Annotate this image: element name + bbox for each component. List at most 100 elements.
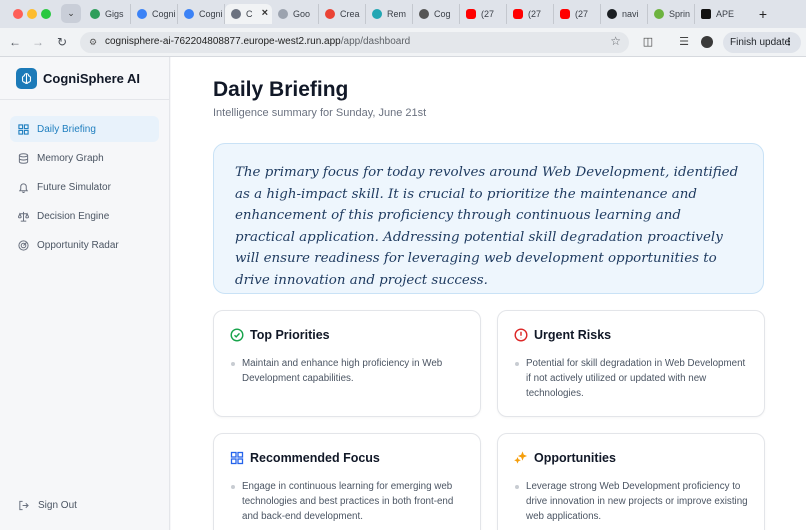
minimize-window-button[interactable]	[27, 9, 37, 19]
check-circle-icon	[230, 328, 244, 342]
recommended-focus-card: Recommended Focus Engage in continuous l…	[213, 433, 481, 530]
sidebar-item-label: Future Simulator	[37, 181, 111, 193]
profile-avatar-icon[interactable]	[699, 34, 715, 50]
brain-logo-icon	[16, 68, 37, 89]
summary-text: The primary focus for today revolves aro…	[235, 165, 739, 288]
forward-arrow-icon[interactable]: →	[29, 33, 47, 51]
sidebar-item-future-simulator[interactable]: Future Simulator	[10, 174, 159, 200]
card-list: Maintain and enhance high proficiency in…	[230, 356, 466, 386]
card-title: Opportunities	[534, 451, 616, 465]
address-bar[interactable]: ⚙ cognisphere-ai-762204808877.europe-wes…	[80, 32, 629, 53]
page-title: Daily Briefing	[213, 78, 349, 101]
new-tab-plus-icon[interactable]: +	[755, 5, 771, 23]
tab-title: Gigs	[105, 9, 124, 19]
sidebar-item-label: Memory Graph	[37, 152, 104, 164]
browser-tab[interactable]: Crea	[319, 4, 366, 24]
tab-title: (27	[575, 9, 589, 19]
tab-favicon-icon	[231, 9, 241, 19]
browser-tab-active[interactable]: C ×	[225, 4, 272, 24]
top-priorities-card: Top Priorities Maintain and enhance high…	[213, 310, 481, 417]
more-menu-icon[interactable]: ⋮	[784, 32, 794, 53]
browser-tab[interactable]: Cog	[413, 4, 460, 24]
card-list: Leverage strong Web Development proficie…	[514, 479, 750, 524]
sidebar-item-daily-briefing[interactable]: Daily Briefing	[10, 116, 159, 142]
sidebar-item-memory-graph[interactable]: Memory Graph	[10, 145, 159, 171]
bookmark-star-icon[interactable]: ☆	[610, 34, 621, 48]
sign-out-label: Sign Out	[38, 500, 77, 511]
card-title: Top Priorities	[250, 328, 330, 342]
opportunities-card: Opportunities Leverage strong Web Develo…	[497, 433, 765, 530]
card-header: Top Priorities	[230, 328, 330, 342]
tab-favicon-icon	[184, 9, 194, 19]
sidebar-item-label: Opportunity Radar	[37, 239, 119, 251]
extensions-puzzle-icon[interactable]: ◫	[640, 34, 656, 50]
sidebar-item-label: Daily Briefing	[37, 123, 96, 135]
sparkles-icon	[514, 451, 528, 465]
list-item: Leverage strong Web Development proficie…	[514, 479, 750, 524]
tab-favicon-icon	[90, 9, 100, 19]
url-path: /app/dashboard	[340, 36, 411, 47]
tab-title: Cogni	[199, 9, 223, 19]
tab-title: Cog	[434, 9, 451, 19]
scale-icon	[18, 211, 29, 222]
tab-title: C	[246, 9, 253, 19]
list-item: Potential for skill degradation in Web D…	[514, 356, 750, 401]
tab-favicon-icon	[372, 9, 382, 19]
tab-title: (27	[528, 9, 542, 19]
brand[interactable]: CogniSphere AI	[16, 68, 140, 89]
tab-favicon-icon	[137, 9, 147, 19]
tab-title: Crea	[340, 9, 360, 19]
finish-update-button[interactable]: Finish update ⋮	[723, 32, 801, 53]
browser-tab[interactable]: (27	[554, 4, 601, 24]
sidebar-item-label: Decision Engine	[37, 210, 110, 222]
tab-strip: Gigs Cogni Cogni C × Goo Crea Rem Cog (27…	[84, 4, 742, 24]
close-window-button[interactable]	[13, 9, 23, 19]
browser-tab[interactable]: APE	[695, 4, 742, 24]
list-item: Maintain and enhance high proficiency in…	[230, 356, 466, 386]
card-list: Potential for skill degradation in Web D…	[514, 356, 750, 401]
alert-circle-icon	[514, 328, 528, 342]
sidebar-item-opportunity-radar[interactable]: Opportunity Radar	[10, 232, 159, 258]
tab-search-chevron-icon[interactable]: ⌄	[61, 4, 81, 23]
card-title: Urgent Risks	[534, 328, 612, 342]
reload-icon[interactable]: ↻	[53, 33, 71, 51]
sidebar-nav: Daily Briefing Memory Graph Future Simul…	[10, 116, 159, 261]
url-text[interactable]: cognisphere-ai-762204808877.europe-west2…	[105, 36, 410, 47]
browser-tab[interactable]: Cogni	[178, 4, 225, 24]
browser-tab[interactable]: navi	[601, 4, 648, 24]
tab-close-icon[interactable]: ×	[262, 7, 268, 19]
tab-title: Cogni	[152, 9, 176, 19]
logout-icon	[18, 500, 29, 511]
tab-favicon-icon	[560, 9, 570, 19]
browser-tab[interactable]: Goo	[272, 4, 319, 24]
divider	[0, 99, 170, 100]
tab-favicon-icon	[607, 9, 617, 19]
sidebar-item-decision-engine[interactable]: Decision Engine	[10, 203, 159, 229]
sidebar: CogniSphere AI Daily Briefing Memory Gra…	[0, 57, 170, 530]
browser-tab[interactable]: Gigs	[84, 4, 131, 24]
zoom-window-button[interactable]	[41, 9, 51, 19]
back-arrow-icon[interactable]: ←	[6, 33, 24, 51]
browser-tab[interactable]: (27	[507, 4, 554, 24]
tab-favicon-icon	[278, 9, 288, 19]
card-header: Urgent Risks	[514, 328, 611, 342]
tab-title: APE	[716, 9, 735, 19]
browser-tab[interactable]: Rem	[366, 4, 413, 24]
tab-favicon-icon	[325, 9, 335, 19]
tab-favicon-icon	[466, 9, 476, 19]
finish-update-label: Finish update	[730, 37, 791, 48]
reading-list-icon[interactable]: ☰	[676, 34, 692, 50]
browser-tab[interactable]: (27	[460, 4, 507, 24]
brand-name: CogniSphere AI	[43, 71, 141, 86]
main-content: Daily Briefing Intelligence summary for …	[171, 57, 806, 530]
site-info-icon[interactable]: ⚙	[86, 35, 100, 49]
urgent-risks-card: Urgent Risks Potential for skill degrada…	[497, 310, 765, 417]
tab-favicon-icon	[419, 9, 429, 19]
sign-out-button[interactable]: Sign Out	[18, 500, 77, 511]
card-header: Opportunities	[514, 451, 616, 465]
browser-tab[interactable]: Cogni	[131, 4, 178, 24]
card-header: Recommended Focus	[230, 451, 380, 465]
tab-title: Rem	[387, 9, 407, 19]
briefing-summary: The primary focus for today revolves aro…	[213, 143, 764, 294]
browser-tab[interactable]: Sprin	[648, 4, 695, 24]
